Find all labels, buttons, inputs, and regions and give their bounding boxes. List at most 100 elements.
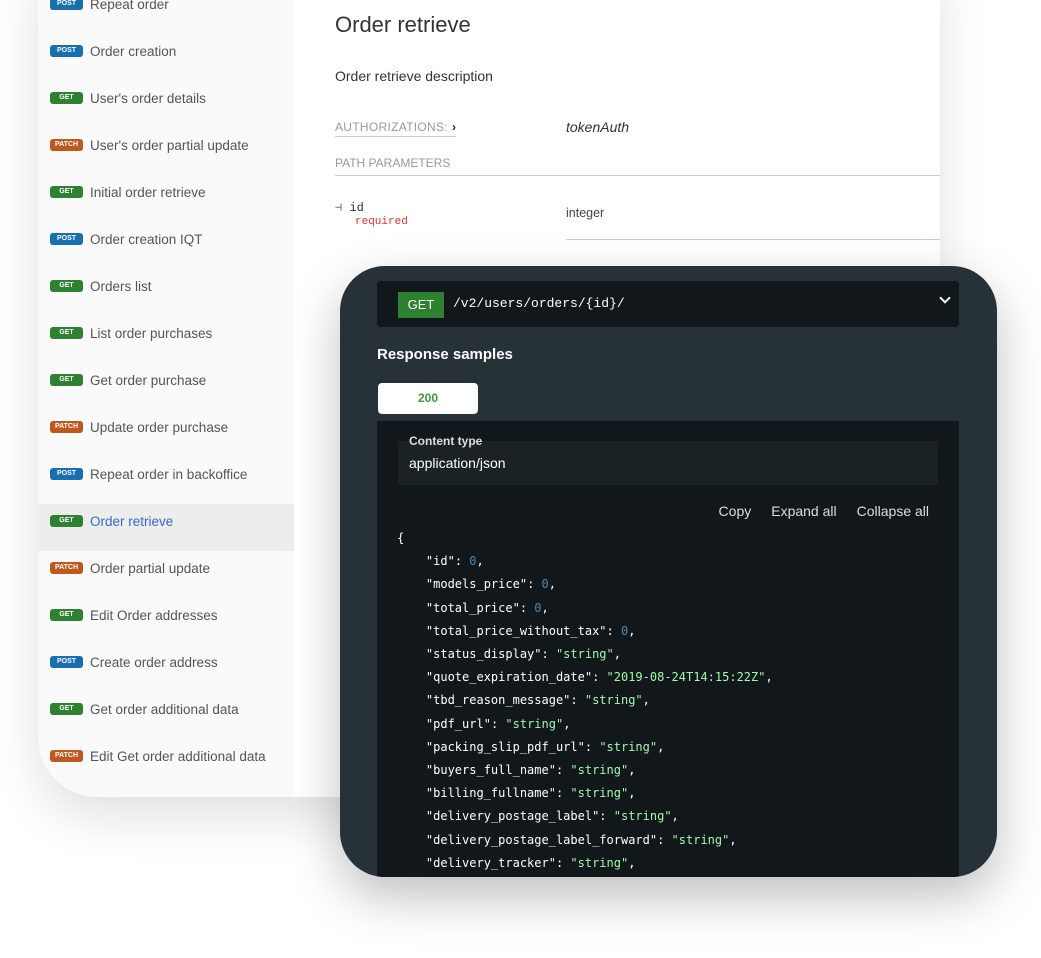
sidebar-item-label: Repeat order in backoffice [90,467,248,482]
method-badge: PATCH [50,421,83,433]
json-value: "2019-08-24T14:15:22Z" [606,670,766,685]
sidebar-item[interactable]: GET Edit Order addresses [38,598,294,645]
sidebar-item[interactable]: GET Get order purchase [38,363,294,410]
param-type: integer [566,206,940,240]
sidebar-item-label: Get order additional data [90,702,239,717]
sidebar-item[interactable]: GET List order purchases [38,316,294,363]
copy-button[interactable]: Copy [719,503,752,519]
method-badge: GET [50,703,83,715]
sidebar-item[interactable]: POST Create order address [38,645,294,692]
method-badge: PATCH [50,750,83,762]
sidebar-item[interactable]: GET Get order additional data [38,692,294,739]
json-line: "models_price": 0, [425,577,556,592]
sidebar-item[interactable]: PATCH User's order partial update [38,128,294,175]
sample-box: Content type application/json Copy Expan… [377,421,959,877]
sidebar-item-label: User's order details [90,91,206,106]
auth-value: tokenAuth [566,119,630,135]
sidebar-item[interactable]: GET User's order details [38,81,294,128]
json-value: "string" [613,809,672,824]
json-value: "string" [570,855,629,870]
json-key: "total_price_without_tax" [425,623,607,638]
sidebar-item[interactable]: PATCH Update order purchase [38,410,294,457]
sidebar-item-label: Order retrieve [90,514,174,529]
json-key: "billing_fullname" [425,786,556,801]
sidebar-item-label: Repeat order [90,0,169,12]
sidebar-item[interactable]: PATCH Order partial update [38,551,294,598]
endpoint-bar[interactable]: GET /v2/users/orders/{id}/ [377,281,959,327]
method-badge: POST [50,468,83,480]
response-panel: GET /v2/users/orders/{id}/ Response samp… [340,266,997,877]
operation-description: Order retrieve description [335,68,493,84]
sidebar-item[interactable]: PATCH Edit Get order additional data [38,739,294,786]
json-key: "id" [425,554,455,569]
sidebar-item-label: Order partial update [90,561,211,576]
path-parameters-label: PATH PARAMETERS [335,156,940,176]
sidebar-item-label: Orders list [90,279,152,294]
json-value: "string" [584,693,643,708]
sidebar-item[interactable]: GET Initial order retrieve [38,175,294,222]
sidebar-item-label: Create order address [90,655,218,670]
collapse-all-button[interactable]: Collapse all [857,503,929,519]
method-badge: POST [50,656,83,668]
json-key: "status_display" [425,647,542,662]
json-line: "billing_fullname": "string", [425,786,636,801]
json-value: "string" [570,763,629,778]
json-key: "quote_expiration_date" [425,670,593,685]
sidebar-item[interactable]: POST Repeat order [38,0,294,34]
json-line: "packing_slip_pdf_url": "string", [425,739,665,754]
content-type-value: application/json [409,455,506,471]
sidebar-item-label: Initial order retrieve [90,185,206,200]
chevron-right-icon: › [451,120,457,134]
method-badge: GET [50,609,83,621]
response-samples-title: Response samples [377,346,513,363]
sample-actions: Copy Expand all Collapse all [719,503,929,519]
json-value: "string" [671,832,730,847]
sidebar-item[interactable]: POST Order creation [38,34,294,81]
json-brace: { [397,531,405,545]
chevron-down-icon[interactable] [939,292,951,304]
sidebar-item-label: Order creation IQT [90,232,203,247]
method-badge: GET [398,292,444,318]
sidebar-item[interactable]: GET Orders list [38,269,294,316]
json-key: "packing_slip_pdf_url" [425,739,585,754]
json-value: "string" [599,739,658,754]
sidebar: POST Repeat order POST Order creation GET Use… [38,0,294,797]
json-value: "string" [555,647,614,662]
endpoint-path: /v2/users/orders/{id}/ [453,296,625,311]
sidebar-item-label: Order creation [90,44,177,59]
authorizations-toggle[interactable]: AUTHORIZATIONS: › [335,120,457,137]
json-value: 0 [469,554,477,569]
method-badge: PATCH [50,562,83,574]
json-line: "total_price_without_tax": 0, [425,623,636,638]
param-required: required [355,216,408,228]
method-badge: GET [50,374,83,386]
sidebar-item[interactable]: GET Order retrieve [38,504,294,551]
expand-all-button[interactable]: Expand all [771,503,836,519]
json-line: "total_price": 0, [425,600,549,615]
sidebar-item-label: Edit Get order additional data [90,749,266,764]
tree-line-icon: ⊣ [335,201,350,215]
json-key: "models_price" [425,577,528,592]
method-badge: PATCH [50,139,83,151]
sidebar-item-label: Update order purchase [90,420,229,435]
json-line: "delivery_postage_label_forward": "strin… [425,832,737,847]
tab-200[interactable]: 200 [378,383,478,414]
sidebar-item[interactable]: POST Order creation IQT [38,222,294,269]
json-value: "string" [505,716,564,731]
method-badge: POST [50,233,83,245]
method-badge: GET [50,327,83,339]
json-line: "pdf_url": "string", [425,716,571,731]
json-key: "tbd_reason_message" [425,693,571,708]
json-key: "pdf_url" [425,716,491,731]
authorizations-label: AUTHORIZATIONS: [335,120,448,134]
json-line: "quote_expiration_date": "2019-08-24T14:… [425,670,773,685]
sidebar-item[interactable]: POST Repeat order in backoffice [38,457,294,504]
json-key: "delivery_tracker" [425,855,556,870]
method-badge: GET [50,92,83,104]
content-type-select[interactable]: Content type application/json [398,434,938,485]
sidebar-item-label: Edit Order addresses [90,608,218,623]
method-badge: GET [50,280,83,292]
page-title: Order retrieve [335,12,471,37]
param-name: ⊣ id [335,200,364,215]
method-badge: POST [50,0,83,10]
